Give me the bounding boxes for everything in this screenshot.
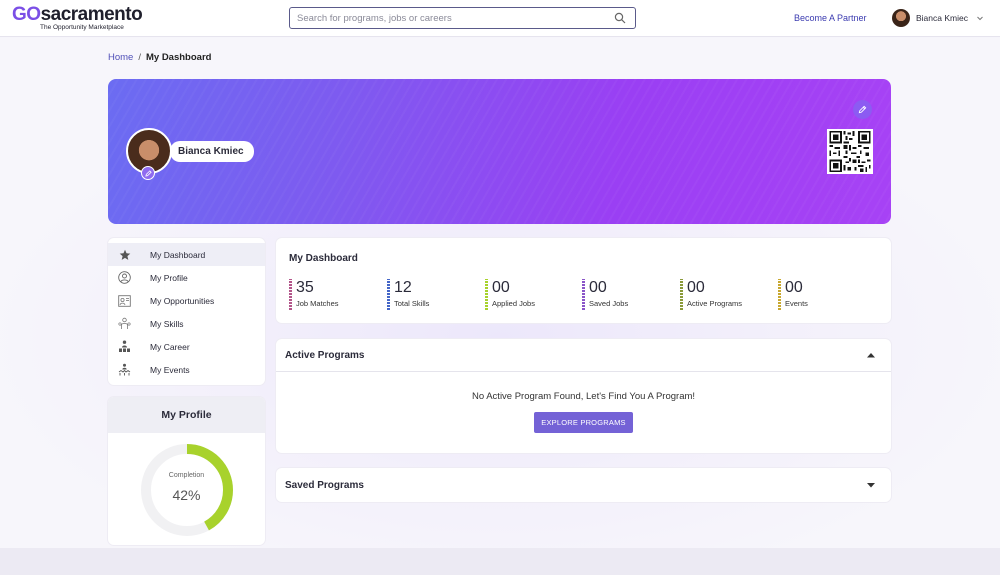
user-name: Bianca Kmiec xyxy=(916,13,968,23)
sidebar-item-label: My Dashboard xyxy=(150,249,206,260)
user-circle-icon xyxy=(118,271,131,284)
saved-programs-card[interactable]: Saved Programs xyxy=(276,468,891,502)
stat-value: 00 xyxy=(492,279,510,296)
stat-label: Active Programs xyxy=(687,299,743,308)
profile-card-title: My Profile xyxy=(108,397,265,433)
sidebar-item-label: My Opportunities xyxy=(150,295,215,306)
dashboard-stats-card: My Dashboard 35 Job Matches 12 Total Ski… xyxy=(276,238,891,323)
stat-label: Events xyxy=(785,299,808,308)
breadcrumb-current: My Dashboard xyxy=(145,52,212,63)
stat-label: Applied Jobs xyxy=(492,299,535,308)
sidebar-nav: My Dashboard My Profile My Opportunities… xyxy=(108,238,265,385)
top-navbar: GOsacramento The Opportunity Marketplace… xyxy=(0,0,1000,37)
sidebar-item-my-opportunities[interactable]: My Opportunities xyxy=(108,289,265,312)
search-icon[interactable] xyxy=(614,12,626,24)
sidebar-item-label: My Skills xyxy=(150,318,184,329)
stat-job-matches[interactable]: 35 Job Matches xyxy=(289,279,339,311)
stat-label: Job Matches xyxy=(296,299,339,308)
logo-wordmark: GOsacramento xyxy=(12,4,143,25)
pencil-icon xyxy=(858,105,867,114)
stat-value: 12 xyxy=(394,279,412,296)
completion-value: 42% xyxy=(172,487,201,503)
saved-programs-title: Saved Programs xyxy=(285,479,364,491)
opportunities-icon xyxy=(118,294,131,307)
stat-bar xyxy=(778,279,781,310)
search-input[interactable] xyxy=(289,7,636,29)
stat-bar xyxy=(485,279,488,310)
breadcrumb-separator: / xyxy=(138,52,141,63)
stat-value: 00 xyxy=(687,279,705,296)
avatar xyxy=(892,9,910,27)
career-icon xyxy=(118,340,131,353)
pencil-icon xyxy=(144,169,152,177)
sidebar-item-my-skills[interactable]: My Skills xyxy=(108,312,265,335)
breadcrumb-home-link[interactable]: Home xyxy=(108,52,133,63)
explore-programs-button[interactable]: EXPLORE PROGRAMS xyxy=(534,412,633,433)
breadcrumb: Home / My Dashboard xyxy=(108,52,211,63)
stat-bar xyxy=(387,279,390,310)
stat-applied-jobs[interactable]: 00 Applied Jobs xyxy=(485,279,535,311)
star-icon xyxy=(118,248,131,261)
become-partner-link[interactable]: Become A Partner xyxy=(794,13,867,23)
completion-label: Completion xyxy=(168,472,205,479)
footer-band xyxy=(0,548,1000,575)
qr-code-icon[interactable] xyxy=(827,129,873,174)
stat-bar xyxy=(289,279,292,310)
stat-label: Total Skills xyxy=(394,299,430,308)
profile-name-pill: Bianca Kmiec xyxy=(170,141,254,162)
active-programs-card: Active Programs No Active Program Found,… xyxy=(276,339,891,453)
caret-up-icon[interactable] xyxy=(866,351,876,359)
profile-completion-card: My Profile Completion 42% xyxy=(108,397,265,545)
sidebar-item-label: My Profile xyxy=(150,272,188,283)
stat-total-skills[interactable]: 12 Total Skills xyxy=(387,279,429,311)
stat-bar xyxy=(582,279,585,310)
stat-saved-jobs[interactable]: 00 Saved Jobs xyxy=(582,279,628,311)
sidebar-item-my-profile[interactable]: My Profile xyxy=(108,266,265,289)
avatar-edit-button[interactable] xyxy=(141,166,155,180)
stat-events[interactable]: 00 Events xyxy=(778,279,808,311)
sidebar-item-my-events[interactable]: My Events xyxy=(108,358,265,381)
skills-icon xyxy=(118,317,131,330)
logo[interactable]: GOsacramento The Opportunity Marketplace xyxy=(12,4,143,31)
events-icon xyxy=(118,363,131,376)
stat-value: 35 xyxy=(296,279,314,296)
sidebar-item-my-dashboard[interactable]: My Dashboard xyxy=(108,243,265,266)
profile-banner: Bianca Kmiec xyxy=(108,79,891,224)
stat-active-programs[interactable]: 00 Active Programs xyxy=(680,279,742,311)
sidebar-item-my-career[interactable]: My Career xyxy=(108,335,265,358)
stat-label: Saved Jobs xyxy=(589,299,629,308)
caret-down-icon[interactable] xyxy=(866,481,876,489)
empty-state-message: No Active Program Found, Let's Find You … xyxy=(471,391,696,402)
sidebar-item-label: My Events xyxy=(150,364,190,375)
active-programs-title: Active Programs xyxy=(285,349,365,361)
user-menu[interactable]: Bianca Kmiec xyxy=(892,8,984,28)
banner-edit-button[interactable] xyxy=(853,100,872,119)
stat-value: 00 xyxy=(589,279,607,296)
sidebar-item-label: My Career xyxy=(150,341,190,352)
chevron-down-icon xyxy=(977,16,983,21)
stat-bar xyxy=(680,279,683,310)
stat-value: 00 xyxy=(785,279,803,296)
dashboard-title: My Dashboard xyxy=(289,253,358,264)
logo-tagline: The Opportunity Marketplace xyxy=(40,24,124,31)
active-programs-header[interactable]: Active Programs xyxy=(276,339,891,372)
